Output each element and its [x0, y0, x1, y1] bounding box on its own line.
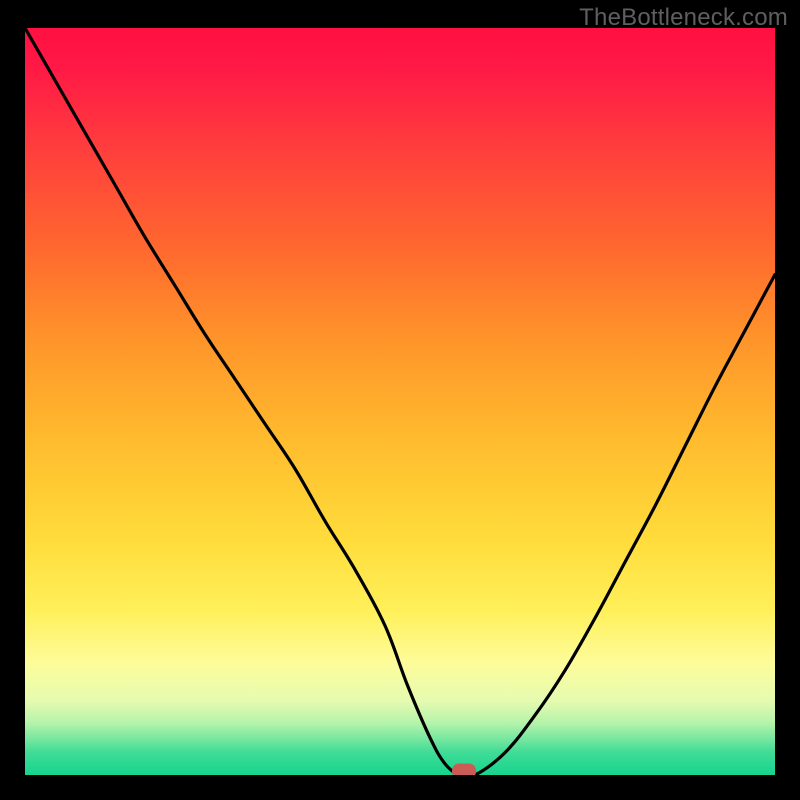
- chart-frame: TheBottleneck.com: [0, 0, 800, 800]
- optimum-marker: [452, 763, 476, 775]
- bottleneck-curve: [25, 28, 775, 775]
- plot-area: [25, 28, 775, 775]
- watermark-text: TheBottleneck.com: [579, 4, 788, 32]
